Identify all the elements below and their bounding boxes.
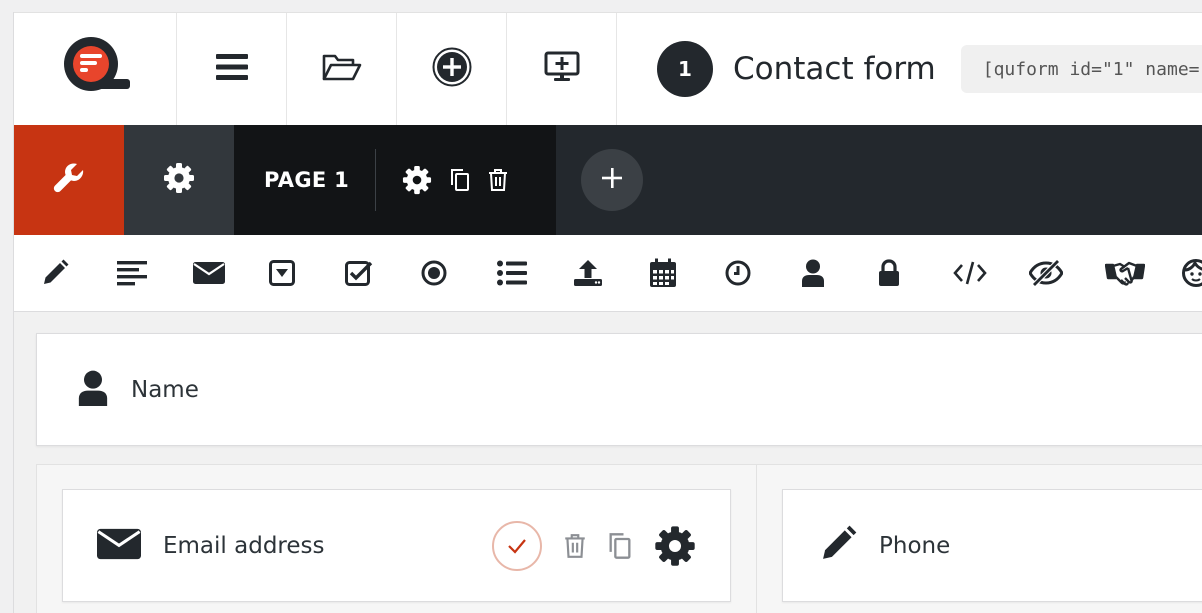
clock-icon: [725, 260, 751, 286]
form-title[interactable]: Contact form: [733, 51, 936, 87]
global-settings-button[interactable]: [124, 125, 234, 235]
face-icon: [1182, 259, 1202, 287]
form-title-area: 1 Contact form [quform id="1" name="Cont…: [617, 13, 1202, 125]
top-toolbar: 1 Contact form [quform id="1" name="Cont…: [14, 12, 1202, 125]
delete-field-button[interactable]: [564, 533, 586, 559]
add-select-button[interactable]: [267, 235, 343, 312]
field-settings-button[interactable]: [654, 525, 696, 567]
wrench-icon: [52, 161, 86, 199]
add-file-upload-button[interactable]: [571, 235, 647, 312]
add-checkbox-button[interactable]: [343, 235, 419, 312]
field-actions: [492, 521, 696, 571]
field-label: Phone: [879, 532, 951, 559]
gear-icon: [655, 526, 695, 566]
page-settings-button[interactable]: [402, 165, 432, 195]
add-page-button[interactable]: [581, 149, 643, 211]
add-hidden-button[interactable]: [1027, 235, 1103, 312]
logo-cell[interactable]: [14, 13, 177, 125]
duplicate-page-button[interactable]: [450, 168, 470, 192]
field-label: Name: [131, 376, 199, 403]
add-name-button[interactable]: [799, 235, 875, 312]
field-card-name[interactable]: Name: [36, 333, 1202, 446]
menu-button[interactable]: [177, 13, 287, 125]
plus-icon: [601, 167, 623, 193]
gear-icon: [163, 162, 195, 198]
calendar-icon: [650, 258, 676, 287]
preview-button[interactable]: [507, 13, 617, 125]
envelope-icon: [97, 527, 141, 565]
user-icon: [77, 370, 109, 410]
add-form-button[interactable]: [397, 13, 507, 125]
form-id-badge: 1: [657, 41, 713, 97]
quform-logo-icon: [58, 35, 132, 103]
user-icon: [802, 259, 824, 287]
field-card-phone[interactable]: Phone: [782, 489, 1202, 602]
shortcode-box[interactable]: [quform id="1" name="Contact form"]: [960, 45, 1202, 93]
form-builder: 1 Contact form [quform id="1" name="Cont…: [13, 12, 1202, 613]
add-time-button[interactable]: [723, 235, 799, 312]
add-textarea-button[interactable]: [115, 235, 191, 312]
checkbox-icon: [345, 261, 373, 286]
pencil-icon: [44, 259, 69, 284]
field-label: Email address: [163, 532, 325, 559]
add-text-field-button[interactable]: [39, 235, 115, 312]
field-card-email[interactable]: Email address: [62, 489, 731, 602]
required-toggle[interactable]: [492, 521, 542, 571]
dropdown-icon: [269, 260, 295, 286]
add-html-button[interactable]: [951, 235, 1027, 312]
list-icon: [497, 260, 527, 286]
form-settings-tools-button[interactable]: [14, 125, 124, 235]
handshake-icon: [1105, 261, 1145, 286]
column-divider: [756, 464, 757, 613]
eye-slash-icon: [1029, 259, 1063, 287]
radio-icon: [421, 260, 447, 286]
duplicate-field-button[interactable]: [608, 532, 632, 560]
copy-icon: [451, 169, 470, 191]
trash-icon: [565, 534, 585, 558]
add-recaptcha-button[interactable]: [1179, 235, 1202, 312]
delete-page-button[interactable]: [488, 168, 508, 192]
trash-icon: [489, 169, 508, 191]
page-bar: PAGE 1: [14, 125, 1202, 235]
gear-icon: [402, 165, 432, 195]
open-form-button[interactable]: [287, 13, 397, 125]
add-email-button[interactable]: [191, 235, 267, 312]
lock-icon: [879, 259, 899, 286]
code-icon: [953, 261, 987, 285]
page-tab-1[interactable]: PAGE 1: [234, 125, 556, 235]
check-icon: [508, 539, 526, 554]
upload-icon: [574, 260, 602, 286]
preview-monitor-icon: [544, 51, 580, 87]
add-multiselect-button[interactable]: [495, 235, 571, 312]
add-date-button[interactable]: [647, 235, 723, 312]
page-label: PAGE 1: [264, 168, 350, 192]
pencil-icon: [819, 525, 857, 567]
field-type-toolbar: [14, 235, 1202, 312]
add-password-button[interactable]: [875, 235, 951, 312]
add-radio-button[interactable]: [419, 235, 495, 312]
menu-icon: [215, 53, 248, 85]
envelope-icon: [193, 262, 225, 284]
folder-open-icon: [322, 52, 362, 86]
paragraph-icon: [117, 261, 147, 286]
divider: [375, 149, 377, 211]
copy-icon: [609, 533, 631, 559]
plus-circle-icon: [432, 47, 472, 91]
add-captcha-button[interactable]: [1103, 235, 1179, 312]
